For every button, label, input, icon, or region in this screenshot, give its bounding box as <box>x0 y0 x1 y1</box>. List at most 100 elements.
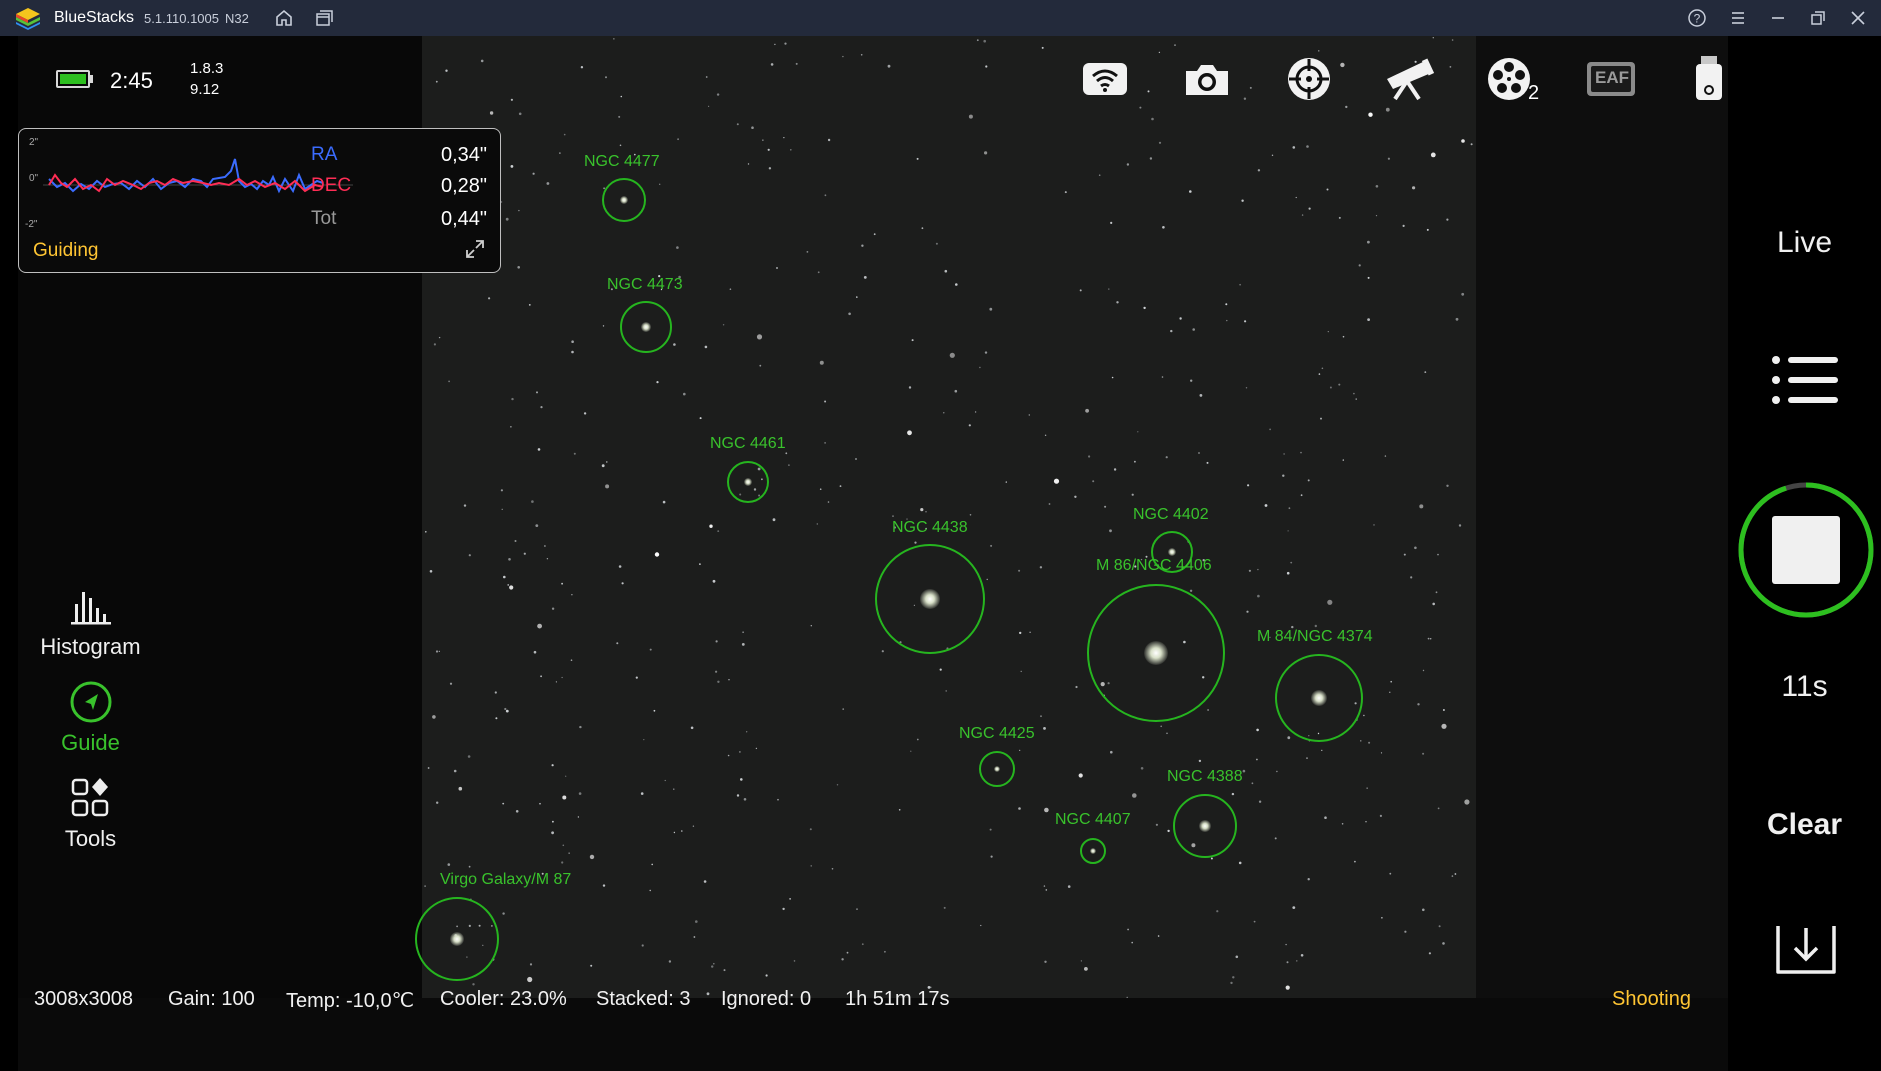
star <box>1043 727 1046 730</box>
home-button[interactable] <box>270 4 298 32</box>
star <box>662 500 666 504</box>
status-resolution: 3008x3008 <box>34 988 133 1010</box>
minimize-button[interactable] <box>1764 4 1792 32</box>
clear-button[interactable]: Clear <box>1728 808 1881 842</box>
object-ring[interactable] <box>875 544 985 654</box>
star <box>1243 97 1247 100</box>
star <box>438 336 441 339</box>
star <box>751 126 754 129</box>
star <box>463 504 467 507</box>
star <box>504 707 507 711</box>
eaf-button[interactable]: EAF <box>1584 52 1638 106</box>
minimize-icon <box>1772 17 1784 19</box>
tools-button[interactable]: Tools <box>18 776 163 852</box>
status-elapsed: 1h 51m 17s <box>845 988 950 1010</box>
star <box>1019 749 1021 752</box>
telescope-icon <box>1387 58 1435 101</box>
star <box>1454 873 1457 875</box>
star <box>693 936 696 938</box>
star <box>713 962 715 965</box>
version-b: 9.12 <box>190 81 220 98</box>
object-ring[interactable] <box>1275 654 1363 742</box>
object-ring[interactable] <box>1087 584 1225 722</box>
star <box>1329 386 1332 389</box>
object-ring[interactable] <box>727 461 769 503</box>
star <box>573 452 576 455</box>
star <box>453 769 457 773</box>
galaxy-core <box>1168 548 1176 556</box>
star <box>715 640 718 643</box>
guide-button[interactable]: Guide <box>18 680 163 756</box>
home-icon <box>276 9 292 26</box>
star <box>1161 376 1164 378</box>
star <box>1367 276 1370 279</box>
object-ring[interactable] <box>1173 794 1237 858</box>
menu-button[interactable] <box>1724 4 1752 32</box>
star <box>1157 935 1160 937</box>
star <box>640 792 644 795</box>
guide-graph-panel[interactable]: 2" 0" -2" RA 0,34" DEC 0,28" Tot 0,44" G… <box>18 128 501 273</box>
histogram-button[interactable]: Histogram <box>18 586 163 660</box>
star <box>1290 561 1293 564</box>
star <box>708 105 710 107</box>
star <box>445 69 448 72</box>
status-gain: Gain: 100 <box>168 988 255 1010</box>
star <box>605 76 607 79</box>
multi-instance-button[interactable] <box>310 4 338 32</box>
filter-wheel-button[interactable]: 2 <box>1482 52 1539 106</box>
star <box>1368 741 1371 744</box>
telescope-button[interactable] <box>1382 52 1436 106</box>
stop-capture-button[interactable] <box>1736 480 1876 625</box>
star <box>1109 529 1112 533</box>
object-ring[interactable] <box>1080 838 1106 864</box>
window-titlebar: BlueStacks 5.1.110.1005 N32 ? <box>0 0 1881 36</box>
countdown: 11s <box>1781 670 1828 703</box>
star <box>782 907 785 911</box>
star <box>1079 289 1082 292</box>
star <box>676 246 679 249</box>
star <box>827 138 831 142</box>
star <box>819 488 822 491</box>
star <box>955 283 958 286</box>
star <box>559 152 561 154</box>
star <box>990 544 993 547</box>
list-button[interactable] <box>1770 352 1840 413</box>
star <box>1285 985 1290 990</box>
object-ring[interactable] <box>415 897 499 981</box>
star <box>842 708 844 710</box>
object-ring[interactable] <box>602 178 646 222</box>
star <box>1110 221 1113 224</box>
restore-button[interactable] <box>1804 4 1832 32</box>
star <box>1005 481 1007 483</box>
star <box>1327 331 1329 333</box>
object-ring[interactable] <box>979 751 1015 787</box>
help-button[interactable]: ? <box>1683 4 1711 32</box>
expand-icon[interactable] <box>464 238 486 260</box>
close-button[interactable] <box>1844 4 1872 32</box>
star <box>601 464 605 468</box>
object-ring[interactable] <box>620 301 672 353</box>
live-button[interactable]: Live <box>1728 226 1881 260</box>
star <box>1190 379 1193 382</box>
star <box>717 530 720 532</box>
camera-button[interactable] <box>1180 52 1234 106</box>
star <box>1442 942 1445 945</box>
star <box>736 123 739 126</box>
star <box>1044 807 1049 813</box>
sky-image-view[interactable] <box>422 36 1476 998</box>
star <box>616 642 619 645</box>
star <box>1018 807 1021 810</box>
star <box>793 960 796 962</box>
wifi-button[interactable] <box>1078 52 1132 106</box>
star <box>1435 591 1438 594</box>
download-button[interactable] <box>1774 920 1838 983</box>
star <box>537 448 541 451</box>
galaxy-core <box>641 322 651 332</box>
star <box>1044 960 1047 963</box>
star <box>1437 807 1440 810</box>
star <box>1257 169 1261 172</box>
focus-target-button[interactable] <box>1282 52 1336 106</box>
star <box>984 351 988 354</box>
star <box>1367 240 1370 244</box>
star <box>1461 139 1465 143</box>
